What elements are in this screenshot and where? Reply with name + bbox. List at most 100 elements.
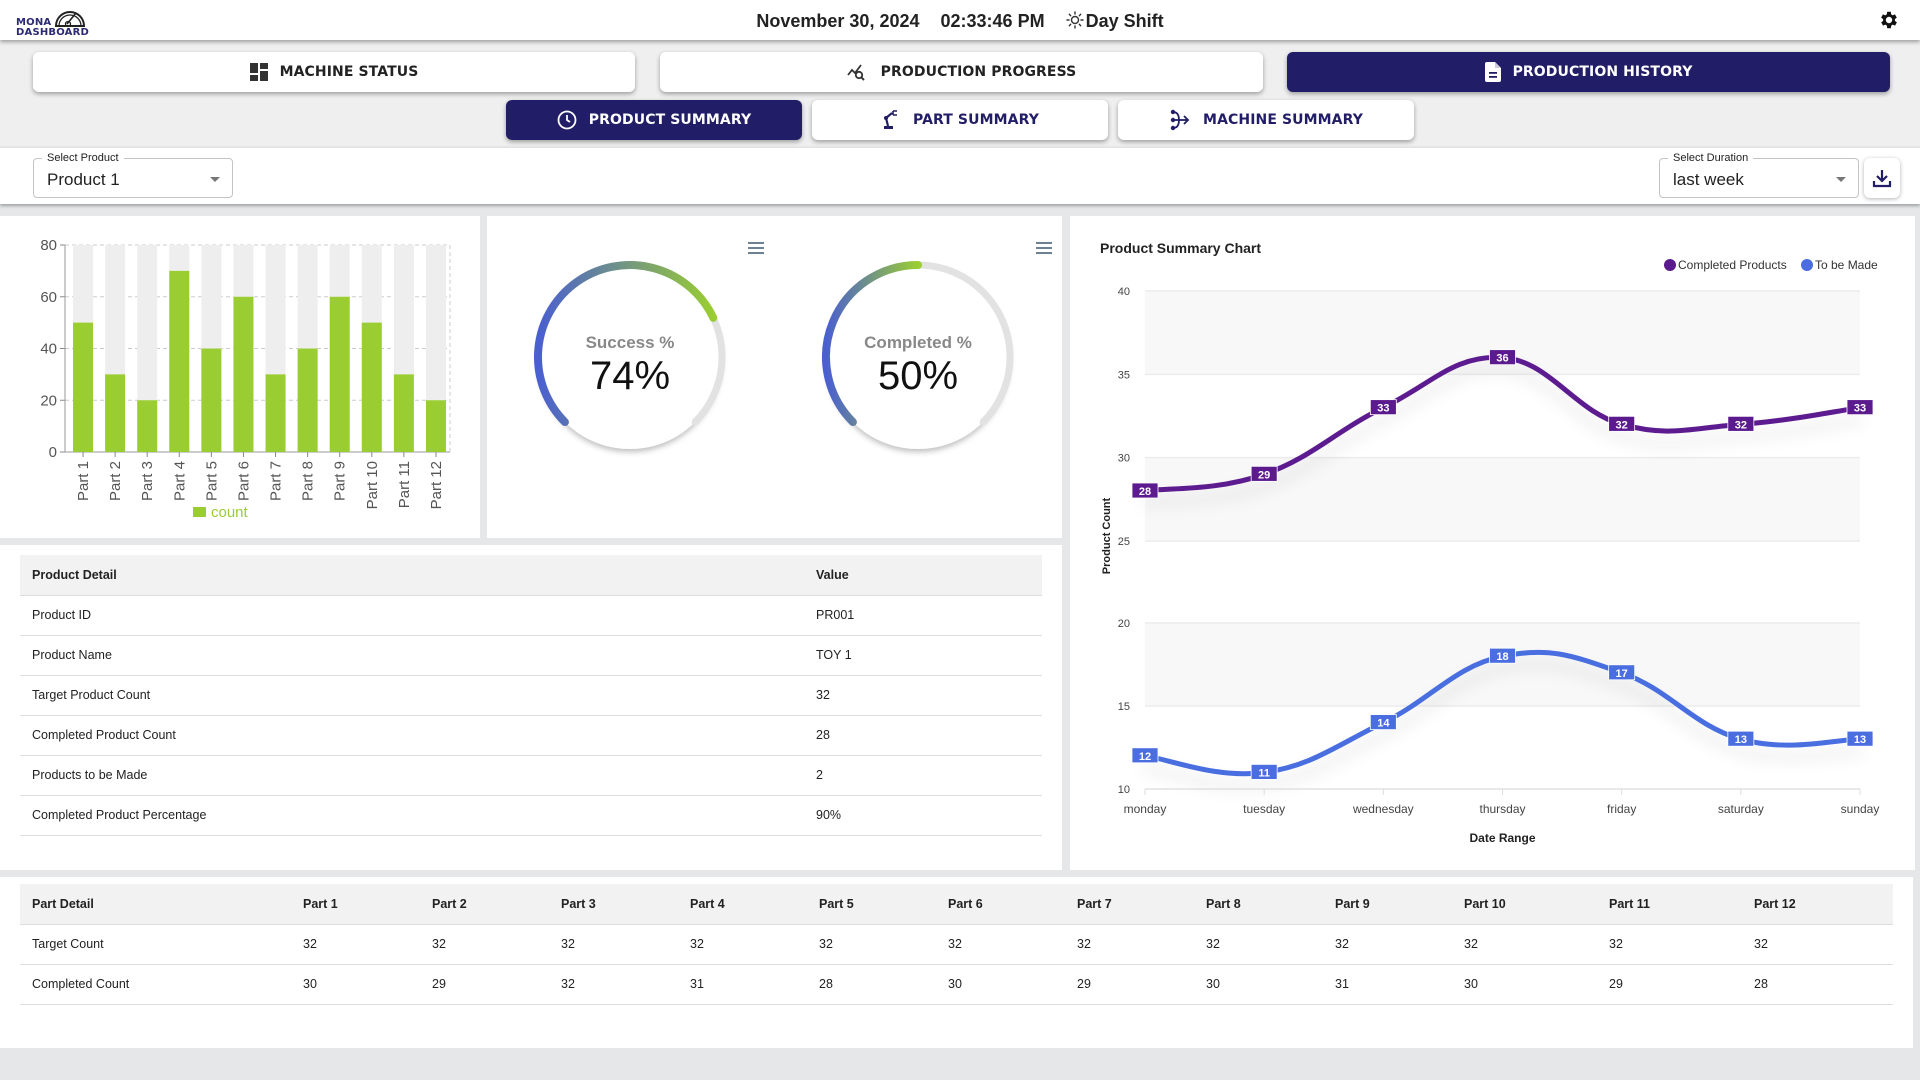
y-axis-title: Product Count — [1101, 497, 1113, 574]
column-header: Product Detail — [20, 555, 804, 596]
detail-value: PR001 — [804, 595, 1042, 636]
x-tick-label: Part 4 — [171, 461, 188, 501]
tab-label: PRODUCTION HISTORY — [1512, 64, 1693, 80]
current-time: 02:33:46 PM — [940, 11, 1045, 31]
column-header: Part 2 — [420, 884, 549, 925]
tab-label: PRODUCTION PROGRESS — [880, 64, 1077, 80]
success-gauge-label: Success % — [585, 333, 675, 352]
success-gauge-value: 74% — [589, 354, 671, 398]
gear-icon[interactable] — [1878, 9, 1900, 31]
bar — [425, 400, 446, 452]
current-date: November 30, 2024 — [756, 11, 920, 31]
app-header: MONA DASHBOARD November 30, 2024 02:33:4… — [0, 0, 1920, 40]
x-tick-label: Part 5 — [203, 461, 220, 501]
table-row: Target Product Count 32 — [20, 675, 1042, 716]
detail-label: Completed Product Percentage — [20, 795, 804, 836]
download-icon — [1872, 170, 1892, 188]
part-detail-table: Part Detail Part 1 Part 2 Part 3 Part 4 Part … — [20, 884, 1893, 1005]
tab-label: PART SUMMARY — [913, 112, 1039, 128]
download-button[interactable] — [1864, 158, 1900, 198]
bar — [73, 322, 94, 452]
sun-icon — [1065, 11, 1084, 29]
x-tick-label: Part 3 — [139, 461, 156, 501]
column-header: Part 5 — [807, 884, 936, 925]
x-tick-label: sunday — [1841, 802, 1880, 816]
part-count-cell: 29 — [1065, 964, 1194, 1005]
subtab-part-summary[interactable]: PART SUMMARY — [812, 100, 1108, 140]
x-tick-label: Part 8 — [300, 461, 317, 501]
detail-value: 32 — [804, 675, 1042, 716]
bar — [329, 296, 350, 452]
navigation-area: MACHINE STATUS PRODUCTION PROGRESS PRODU… — [0, 40, 1920, 146]
detail-label: Products to be Made — [20, 755, 804, 796]
data-label: 14 — [1377, 718, 1390, 730]
tab-production-history[interactable]: PRODUCTION HISTORY — [1287, 52, 1890, 92]
legend-marker — [1664, 259, 1676, 271]
data-label: 32 — [1616, 419, 1628, 431]
select-duration-dropdown[interactable]: Select Duration last week — [1659, 152, 1859, 198]
table-row: Product Name TOY 1 — [20, 635, 1042, 676]
legend-label: To be Made — [1815, 258, 1878, 272]
part-count-cell: 32 — [807, 924, 936, 965]
y-tick-label: 80 — [40, 237, 57, 254]
part-count-cell: 28 — [807, 964, 936, 1005]
subtab-product-summary[interactable]: PRODUCT SUMMARY — [506, 100, 802, 140]
detail-value: 90% — [804, 795, 1042, 836]
detail-label: Product Name — [20, 635, 804, 676]
legend-label: count — [211, 504, 249, 521]
bar — [105, 374, 126, 452]
dashboard-grid-icon — [249, 63, 268, 81]
product-summary-line-chart: Product Summary Chart Completed Products T… — [1100, 240, 1880, 845]
data-label: 18 — [1496, 651, 1508, 663]
select-product-value: Product 1 — [47, 170, 120, 189]
tab-production-progress[interactable]: PRODUCTION PROGRESS — [660, 52, 1263, 92]
tab-machine-status[interactable]: MACHINE STATUS — [33, 52, 635, 92]
table-row: Products to be Made 2 — [20, 755, 1042, 796]
y-tick-label: 20 — [40, 392, 57, 409]
y-tick-label: 35 — [1118, 369, 1130, 381]
part-count-cell: 32 — [1597, 924, 1742, 965]
bar — [137, 400, 158, 452]
x-tick-label: Part 1 — [75, 461, 92, 501]
detail-value: TOY 1 — [804, 635, 1042, 676]
part-count-cell: 30 — [1452, 964, 1597, 1005]
part-count-cell: 32 — [1194, 924, 1323, 965]
chart-search-icon — [846, 63, 869, 81]
y-tick-label: 10 — [1118, 784, 1130, 796]
subtab-machine-summary[interactable]: MACHINE SUMMARY — [1118, 100, 1414, 140]
column-header: Part 11 — [1597, 884, 1742, 925]
part-count-cell: 32 — [549, 924, 678, 965]
radial-gauges-panel: Success % 74% Completed % 50% — [487, 216, 1062, 538]
product-detail-panel: Product Detail Value Product ID PR001 Pro… — [0, 545, 1062, 870]
detail-label: Completed Product Count — [20, 715, 804, 756]
x-tick-label: Part 12 — [428, 461, 445, 509]
part-count-cell: 32 — [291, 924, 420, 965]
part-count-cell: 28 — [1742, 964, 1893, 1005]
column-header: Part 8 — [1194, 884, 1323, 925]
document-icon — [1484, 62, 1501, 82]
x-tick-label: Part 2 — [107, 461, 124, 501]
table-row: Completed Product Count 28 — [20, 715, 1042, 756]
x-tick-label: saturday — [1718, 802, 1764, 816]
y-tick-label: 40 — [40, 341, 57, 358]
y-tick-label: 15 — [1118, 701, 1130, 713]
select-product-dropdown[interactable]: Select Product Product 1 — [33, 152, 233, 198]
table-row: Completed Count 30 29 32 31 28 30 29 30 31 30 29 28 — [20, 964, 1893, 1005]
x-tick-label: Part 9 — [332, 461, 349, 501]
data-label: 13 — [1854, 734, 1866, 746]
x-tick-label: Part 6 — [235, 461, 252, 501]
select-product-label: Select Product — [42, 152, 124, 164]
table-row: Target Count 32 32 32 32 32 32 32 32 32 32 32 32 — [20, 924, 1893, 965]
legend-label: Completed Products — [1678, 258, 1787, 272]
column-header: Part 4 — [678, 884, 807, 925]
part-count-cell: 32 — [549, 964, 678, 1005]
part-count-cell: 29 — [1597, 964, 1742, 1005]
table-row: Completed Product Percentage 90% — [20, 795, 1042, 836]
chevron-down-icon — [1836, 177, 1846, 182]
filter-bar: Select Product Product 1 Select Duration… — [0, 148, 1920, 204]
completed-gauge-label: Completed % — [864, 333, 972, 352]
data-label: 17 — [1616, 668, 1628, 680]
y-tick-label: 30 — [1118, 453, 1130, 465]
detail-label: Product ID — [20, 595, 804, 636]
tab-label: MACHINE STATUS — [279, 64, 419, 80]
